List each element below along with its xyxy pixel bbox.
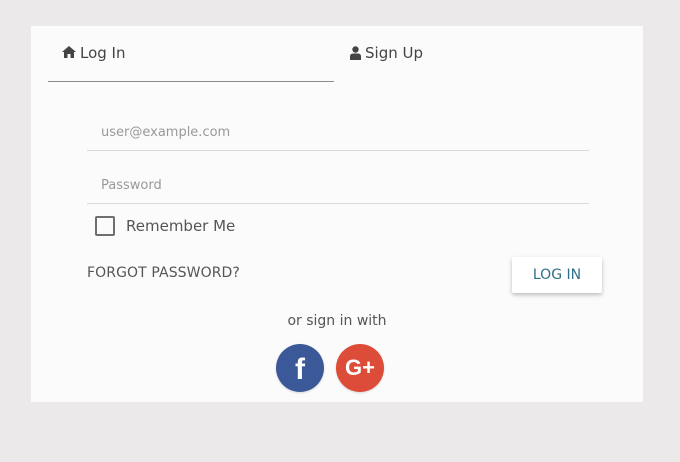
facebook-icon: f	[295, 353, 305, 386]
google-plus-button[interactable]: G+	[336, 344, 384, 392]
tab-signup-label: Sign Up	[365, 44, 423, 62]
user-icon	[350, 44, 361, 64]
tab-signup[interactable]: Sign Up	[350, 44, 423, 80]
active-tab-indicator	[48, 81, 334, 82]
email-field[interactable]	[87, 115, 589, 151]
social-signin-text: or sign in with	[287, 313, 387, 329]
remember-me-label: Remember Me	[126, 217, 236, 235]
tab-login-label: Log In	[80, 44, 126, 62]
forgot-password-link[interactable]: FORGOT PASSWORD?	[87, 265, 240, 281]
remember-me[interactable]: Remember Me	[95, 216, 235, 236]
auth-tabs: Log In Sign Up	[48, 26, 628, 82]
remember-me-checkbox[interactable]	[95, 216, 115, 236]
facebook-button[interactable]: f	[276, 344, 324, 392]
login-card: Log In Sign Up Remember Me FORGOT PASSWO…	[31, 26, 643, 402]
tab-login[interactable]: Log In	[62, 44, 126, 80]
google-plus-icon: G+	[345, 355, 375, 380]
password-field[interactable]	[87, 168, 589, 204]
login-button[interactable]: LOG IN	[512, 257, 602, 293]
home-icon	[62, 44, 76, 62]
